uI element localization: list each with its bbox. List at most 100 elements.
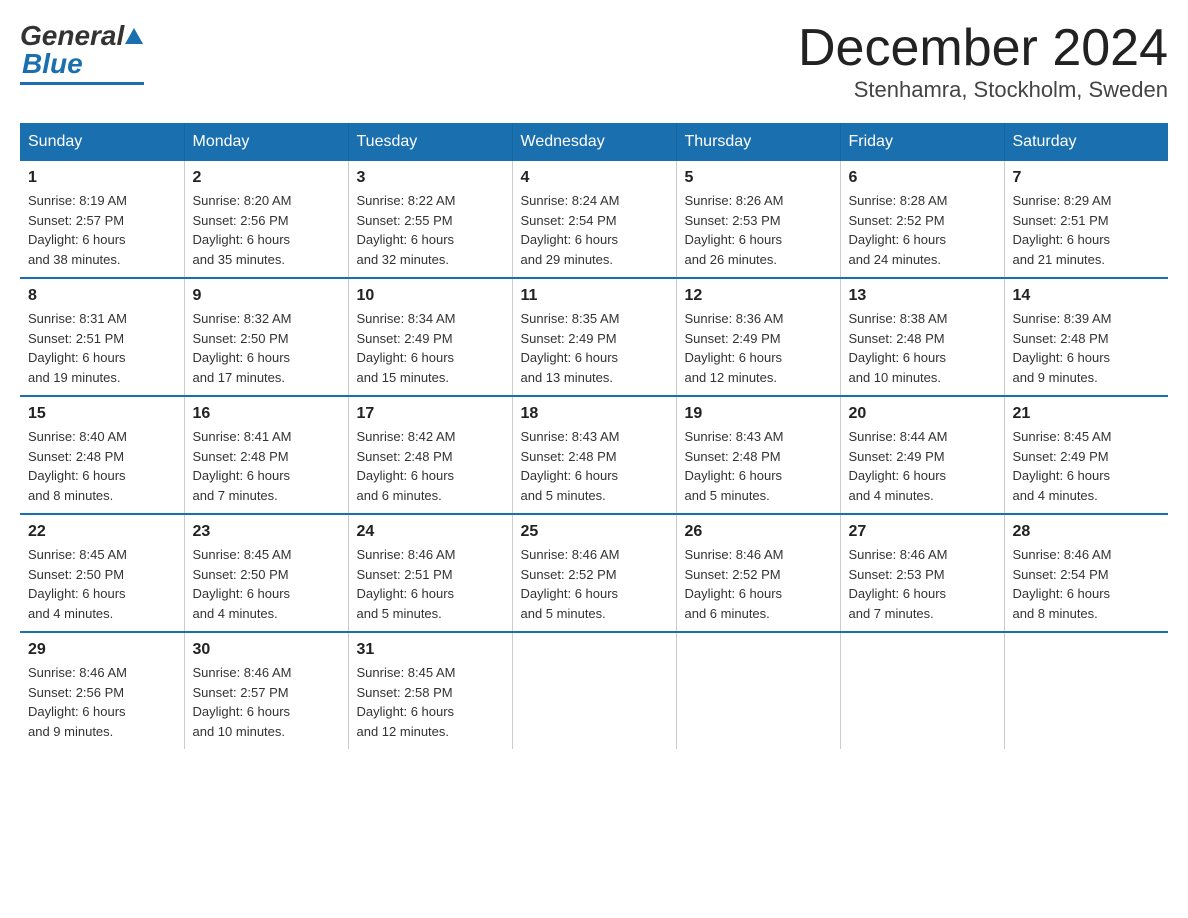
table-row: 26 Sunrise: 8:46 AMSunset: 2:52 PMDayligh… [676, 514, 840, 632]
day-info: Sunrise: 8:45 AMSunset: 2:50 PMDaylight:… [28, 545, 176, 623]
col-wednesday: Wednesday [512, 123, 676, 161]
day-number: 22 [28, 523, 176, 541]
day-info: Sunrise: 8:34 AMSunset: 2:49 PMDaylight:… [357, 309, 504, 387]
table-row: 24Sunrise: 8:46 AMSunset: 2:51 PMDayligh… [348, 514, 512, 632]
col-tuesday: Tuesday [348, 123, 512, 161]
location: Stenhamra, Stockholm, Sweden [798, 77, 1168, 103]
day-number: 2 [193, 169, 340, 187]
day-info: Sunrise: 8:31 AMSunset: 2:51 PMDaylight:… [28, 309, 176, 387]
table-row: 23 Sunrise: 8:45 AMSunset: 2:50 PMDayligh… [184, 514, 348, 632]
day-info: Sunrise: 8:45 AMSunset: 2:49 PMDaylight:… [1013, 427, 1161, 505]
day-number: 18 [521, 405, 668, 423]
day-number: 16 [193, 405, 340, 423]
day-number: 27 [849, 523, 996, 541]
table-row: 10 Sunrise: 8:34 AMSunset: 2:49 PMDayligh… [348, 278, 512, 396]
col-sunday: Sunday [20, 123, 184, 161]
table-row: 30 Sunrise: 8:46 AMSunset: 2:57 PMDayligh… [184, 632, 348, 749]
table-row: 5 Sunrise: 8:26 AMSunset: 2:53 PMDaylight… [676, 161, 840, 278]
col-thursday: Thursday [676, 123, 840, 161]
table-row: 19 Sunrise: 8:43 AMSunset: 2:48 PMDayligh… [676, 396, 840, 514]
table-row [676, 632, 840, 749]
day-info: Sunrise: 8:20 AMSunset: 2:56 PMDaylight:… [193, 191, 340, 269]
day-info: Sunrise: 8:45 AMSunset: 2:58 PMDaylight:… [357, 663, 504, 741]
day-info: Sunrise: 8:46 AMSunset: 2:57 PMDaylight:… [193, 663, 340, 741]
table-row: 12Sunrise: 8:36 AMSunset: 2:49 PMDayligh… [676, 278, 840, 396]
table-row: 15 Sunrise: 8:40 AMSunset: 2:48 PMDayligh… [20, 396, 184, 514]
day-number: 10 [357, 287, 504, 305]
day-info: Sunrise: 8:46 AMSunset: 2:52 PMDaylight:… [521, 545, 668, 623]
header-row: Sunday Monday Tuesday Wednesday Thursday… [20, 123, 1168, 161]
day-info: Sunrise: 8:46 AMSunset: 2:56 PMDaylight:… [28, 663, 176, 741]
day-info: Sunrise: 8:39 AMSunset: 2:48 PMDaylight:… [1013, 309, 1161, 387]
logo-blue: Blue [22, 48, 83, 80]
logo-underline [20, 82, 144, 85]
table-row: 27 Sunrise: 8:46 AMSunset: 2:53 PMDayligh… [840, 514, 1004, 632]
day-info: Sunrise: 8:29 AMSunset: 2:51 PMDaylight:… [1013, 191, 1161, 269]
table-row: 21Sunrise: 8:45 AMSunset: 2:49 PMDayligh… [1004, 396, 1168, 514]
day-number: 15 [28, 405, 176, 423]
day-info: Sunrise: 8:40 AMSunset: 2:48 PMDaylight:… [28, 427, 176, 505]
table-row: 14Sunrise: 8:39 AMSunset: 2:48 PMDayligh… [1004, 278, 1168, 396]
day-info: Sunrise: 8:36 AMSunset: 2:49 PMDaylight:… [685, 309, 832, 387]
day-info: Sunrise: 8:46 AMSunset: 2:52 PMDaylight:… [685, 545, 832, 623]
table-row: 28 Sunrise: 8:46 AMSunset: 2:54 PMDayligh… [1004, 514, 1168, 632]
table-row: 7 Sunrise: 8:29 AMSunset: 2:51 PMDaylight… [1004, 161, 1168, 278]
day-info: Sunrise: 8:35 AMSunset: 2:49 PMDaylight:… [521, 309, 668, 387]
table-row: 16Sunrise: 8:41 AMSunset: 2:48 PMDayligh… [184, 396, 348, 514]
day-info: Sunrise: 8:19 AMSunset: 2:57 PMDaylight:… [28, 191, 176, 269]
day-info: Sunrise: 8:42 AMSunset: 2:48 PMDaylight:… [357, 427, 504, 505]
day-info: Sunrise: 8:44 AMSunset: 2:49 PMDaylight:… [849, 427, 996, 505]
table-row [840, 632, 1004, 749]
table-row: 11 Sunrise: 8:35 AMSunset: 2:49 PMDayligh… [512, 278, 676, 396]
day-number: 19 [685, 405, 832, 423]
day-number: 24 [357, 523, 504, 541]
month-title: December 2024 [798, 20, 1168, 77]
day-info: Sunrise: 8:46 AMSunset: 2:53 PMDaylight:… [849, 545, 996, 623]
table-row: 22 Sunrise: 8:45 AMSunset: 2:50 PMDayligh… [20, 514, 184, 632]
page-header: General Blue December 2024 Stenhamra, St… [20, 20, 1168, 103]
col-monday: Monday [184, 123, 348, 161]
day-number: 9 [193, 287, 340, 305]
table-row: 9 Sunrise: 8:32 AMSunset: 2:50 PMDaylight… [184, 278, 348, 396]
table-row: 4Sunrise: 8:24 AMSunset: 2:54 PMDaylight… [512, 161, 676, 278]
day-number: 28 [1013, 523, 1161, 541]
day-number: 3 [357, 169, 504, 187]
table-row: 1 Sunrise: 8:19 AMSunset: 2:57 PMDaylight… [20, 161, 184, 278]
day-number: 30 [193, 641, 340, 659]
col-friday: Friday [840, 123, 1004, 161]
week-row-2: 8Sunrise: 8:31 AMSunset: 2:51 PMDaylight… [20, 278, 1168, 396]
day-info: Sunrise: 8:43 AMSunset: 2:48 PMDaylight:… [521, 427, 668, 505]
day-number: 13 [849, 287, 996, 305]
table-row [512, 632, 676, 749]
title-block: December 2024 Stenhamra, Stockholm, Swed… [798, 20, 1168, 103]
day-number: 23 [193, 523, 340, 541]
day-number: 6 [849, 169, 996, 187]
day-number: 20 [849, 405, 996, 423]
table-row: 3Sunrise: 8:22 AMSunset: 2:55 PMDaylight… [348, 161, 512, 278]
table-row: 25 Sunrise: 8:46 AMSunset: 2:52 PMDayligh… [512, 514, 676, 632]
day-number: 11 [521, 287, 668, 305]
day-info: Sunrise: 8:24 AMSunset: 2:54 PMDaylight:… [521, 191, 668, 269]
day-number: 5 [685, 169, 832, 187]
day-number: 31 [357, 641, 504, 659]
table-row: 13Sunrise: 8:38 AMSunset: 2:48 PMDayligh… [840, 278, 1004, 396]
day-info: Sunrise: 8:32 AMSunset: 2:50 PMDaylight:… [193, 309, 340, 387]
table-row: 18 Sunrise: 8:43 AMSunset: 2:48 PMDayligh… [512, 396, 676, 514]
day-info: Sunrise: 8:26 AMSunset: 2:53 PMDaylight:… [685, 191, 832, 269]
day-number: 17 [357, 405, 504, 423]
day-info: Sunrise: 8:45 AMSunset: 2:50 PMDaylight:… [193, 545, 340, 623]
table-row: 17 Sunrise: 8:42 AMSunset: 2:48 PMDayligh… [348, 396, 512, 514]
day-number: 1 [28, 169, 176, 187]
day-info: Sunrise: 8:43 AMSunset: 2:48 PMDaylight:… [685, 427, 832, 505]
week-row-5: 29Sunrise: 8:46 AMSunset: 2:56 PMDayligh… [20, 632, 1168, 749]
day-number: 7 [1013, 169, 1161, 187]
logo-triangle-icon [125, 26, 143, 46]
day-number: 25 [521, 523, 668, 541]
table-row: 8Sunrise: 8:31 AMSunset: 2:51 PMDaylight… [20, 278, 184, 396]
day-number: 26 [685, 523, 832, 541]
day-info: Sunrise: 8:46 AMSunset: 2:54 PMDaylight:… [1013, 545, 1161, 623]
calendar-table: Sunday Monday Tuesday Wednesday Thursday… [20, 123, 1168, 749]
table-row: 2 Sunrise: 8:20 AMSunset: 2:56 PMDaylight… [184, 161, 348, 278]
week-row-4: 22 Sunrise: 8:45 AMSunset: 2:50 PMDayligh… [20, 514, 1168, 632]
table-row: 29Sunrise: 8:46 AMSunset: 2:56 PMDayligh… [20, 632, 184, 749]
